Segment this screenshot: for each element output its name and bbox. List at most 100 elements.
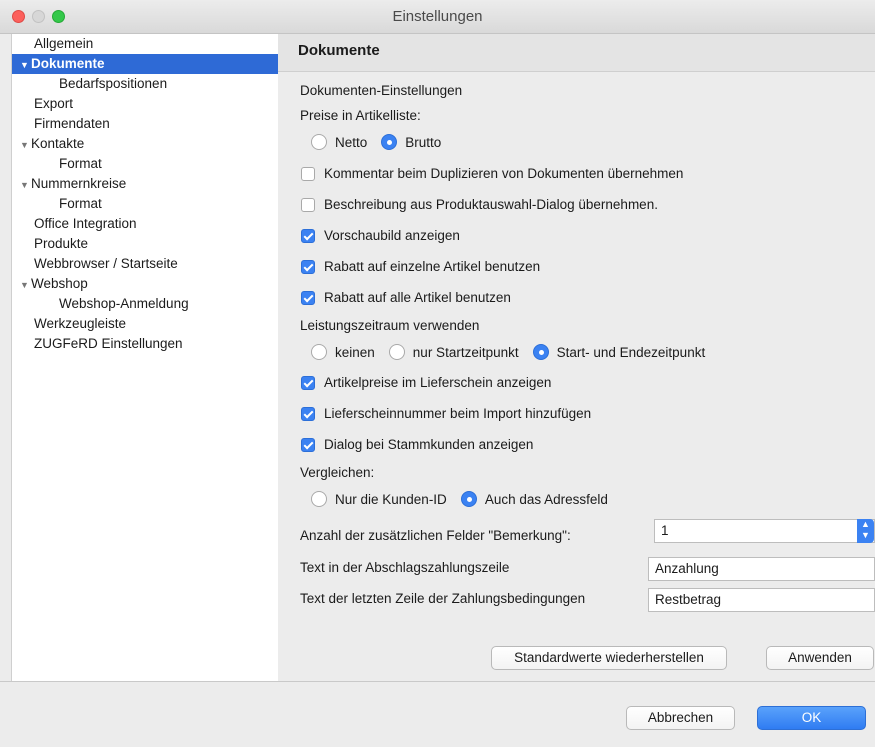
checkbox-option[interactable]: Vorschaubild anzeigen — [301, 228, 460, 243]
disclosure-triangle-icon[interactable]: ▼ — [20, 175, 30, 195]
remarks-count-stepper[interactable]: 1 ▲ ▼ — [654, 519, 875, 543]
content-header: Dokumente — [278, 34, 875, 72]
radio-button[interactable] — [311, 134, 327, 150]
sidebar-item[interactable]: Werkzeugleiste — [12, 314, 300, 334]
radio-label: Start- und Endezeitpunkt — [556, 344, 706, 360]
sidebar-item-label: Format — [59, 196, 102, 211]
radio-option[interactable]: Auch das Adressfeld — [460, 491, 608, 507]
period-radio-group: keinen nur Startzeitpunkt Start- und Endez… — [311, 344, 719, 360]
checkbox[interactable] — [301, 197, 315, 212]
radio-option[interactable]: Brutto — [381, 134, 441, 150]
sidebar-item[interactable]: Firmendaten — [12, 114, 300, 134]
radio-option[interactable]: nur Startzeitpunkt — [388, 344, 519, 360]
disclosure-triangle-icon[interactable]: ▼ — [20, 135, 30, 155]
radio-label: Auch das Adressfeld — [484, 491, 608, 507]
checkbox-option[interactable]: Dialog bei Stammkunden anzeigen — [301, 437, 533, 452]
stepper-arrows-icon[interactable]: ▲ ▼ — [857, 519, 874, 543]
radio-button[interactable] — [460, 491, 477, 507]
radio-button[interactable] — [532, 344, 549, 360]
sidebar-item[interactable]: Produkte — [12, 234, 300, 254]
checkbox-label: Dialog bei Stammkunden anzeigen — [324, 437, 534, 452]
sidebar-item-label: Werkzeugleiste — [34, 316, 127, 331]
checkbox-option[interactable]: Rabatt auf alle Artikel benutzen — [301, 290, 511, 305]
sidebar-item-label: Produkte — [34, 236, 89, 251]
sidebar-item[interactable]: ▼ Kontakte — [12, 134, 286, 154]
window-title: Einstellungen — [392, 8, 483, 25]
radio-button[interactable] — [381, 134, 398, 150]
radio-option[interactable]: keinen — [311, 344, 375, 360]
sidebar-item[interactable]: Export — [12, 94, 300, 114]
radio-label: keinen — [335, 344, 375, 360]
sidebar-item[interactable]: ▼ Nummernkreise — [12, 174, 286, 194]
title-bar[interactable]: Einstellungen — [0, 0, 875, 34]
ok-button[interactable]: OK — [757, 706, 866, 730]
checkbox-option[interactable]: Lieferscheinnummer beim Import hinzufüge… — [301, 406, 591, 421]
remarks-count-value: 1 — [661, 523, 669, 538]
lastline-text-field[interactable]: Restbetrag — [648, 588, 875, 612]
restore-defaults-button[interactable]: Standardwerte wiederherstellen — [491, 646, 727, 670]
advance-text-label: Text in der Abschlagszahlungszeile — [300, 560, 510, 575]
checkbox[interactable] — [301, 437, 315, 452]
prices-label: Preise in Artikelliste: — [300, 108, 421, 123]
radio-option[interactable]: Nur die Kunden-ID — [311, 491, 447, 507]
compare-label: Vergleichen: — [300, 465, 375, 480]
checkbox-label: Lieferscheinnummer beim Import hinzufüge… — [324, 406, 592, 421]
sidebar-item-label: Nummernkreise — [31, 176, 127, 191]
checkbox[interactable] — [301, 406, 315, 421]
period-label: Leistungszeitraum verwenden — [300, 318, 480, 333]
checkbox-option[interactable]: Kommentar beim Duplizieren von Dokumente… — [301, 166, 683, 181]
radio-button[interactable] — [388, 344, 405, 360]
radio-label: Nur die Kunden-ID — [335, 491, 447, 507]
sidebar-item[interactable]: ▼ Dokumente — [12, 54, 286, 74]
checkbox-label: Rabatt auf einzelne Artikel benutzen — [324, 259, 541, 274]
sidebar-item-label: Webshop-Anmeldung — [59, 296, 189, 311]
checkbox[interactable] — [301, 166, 315, 181]
advance-text-field[interactable]: Anzahlung — [648, 557, 875, 581]
radio-label: nur Startzeitpunkt — [412, 344, 519, 360]
radio-button[interactable] — [311, 491, 327, 507]
settings-sidebar: Allgemein ▼ Dokumente Bedarfspositionen Expo… — [11, 34, 286, 681]
cancel-button[interactable]: Abbrechen — [626, 706, 735, 730]
checkbox-label: Rabatt auf alle Artikel benutzen — [324, 290, 511, 305]
radio-option[interactable]: Netto — [311, 134, 367, 150]
page-title: Dokumente — [298, 42, 380, 59]
sidebar-item-label: Bedarfspositionen — [59, 76, 168, 91]
footer-divider — [0, 681, 875, 682]
prices-radio-group: Netto Brutto — [311, 134, 455, 150]
sidebar-item-label: Format — [59, 156, 102, 171]
settings-panel: Dokumenten-Einstellungen Preise in Artik… — [278, 72, 875, 681]
checkbox-option[interactable]: Artikelpreise im Lieferschein anzeigen — [301, 375, 551, 390]
sidebar-item[interactable]: Webbrowser / Startseite — [12, 254, 300, 274]
sidebar-item[interactable]: Office Integration — [12, 214, 300, 234]
checkbox[interactable] — [301, 228, 315, 243]
checkbox-label: Kommentar beim Duplizieren von Dokumente… — [324, 166, 684, 181]
sidebar-item-label: Webbrowser / Startseite — [34, 256, 178, 271]
checkbox-option[interactable]: Beschreibung aus Produktauswahl-Dialog ü… — [301, 197, 658, 212]
checkbox-label: Beschreibung aus Produktauswahl-Dialog ü… — [324, 197, 658, 212]
lastline-text-label: Text der letzten Zeile der Zahlungsbedin… — [300, 591, 586, 606]
radio-option[interactable]: Start- und Endezeitpunkt — [532, 344, 706, 360]
apply-button[interactable]: Anwenden — [766, 646, 874, 670]
sidebar-item-label: Kontakte — [31, 136, 85, 151]
disclosure-triangle-icon[interactable]: ▼ — [20, 275, 30, 295]
sidebar-item-label: Webshop — [31, 276, 88, 291]
sidebar-item[interactable]: ▼ Webshop — [12, 274, 286, 294]
sidebar-item-label: Office Integration — [34, 216, 137, 231]
sidebar-item-label: Allgemein — [34, 36, 94, 51]
checkbox[interactable] — [301, 259, 315, 274]
section-title: Dokumenten-Einstellungen — [300, 83, 463, 98]
checkbox-option[interactable]: Rabatt auf einzelne Artikel benutzen — [301, 259, 540, 274]
radio-button[interactable] — [311, 344, 327, 360]
radio-label: Brutto — [405, 134, 442, 150]
sidebar-item-label: Export — [34, 96, 74, 111]
checkbox[interactable] — [301, 290, 315, 305]
disclosure-triangle-icon[interactable]: ▼ — [20, 55, 30, 75]
sidebar-item-label: ZUGFeRD Einstellungen — [34, 336, 183, 351]
checkbox-label: Artikelpreise im Lieferschein anzeigen — [324, 375, 552, 390]
sidebar-item-label: Firmendaten — [34, 116, 110, 131]
sidebar-item[interactable]: ZUGFeRD Einstellungen — [12, 334, 300, 354]
compare-radio-group: Nur die Kunden-ID Auch das Adressfeld — [311, 491, 622, 507]
checkbox[interactable] — [301, 375, 315, 390]
sidebar-item[interactable]: Allgemein — [12, 34, 300, 54]
sidebar-item-label: Dokumente — [31, 56, 105, 71]
